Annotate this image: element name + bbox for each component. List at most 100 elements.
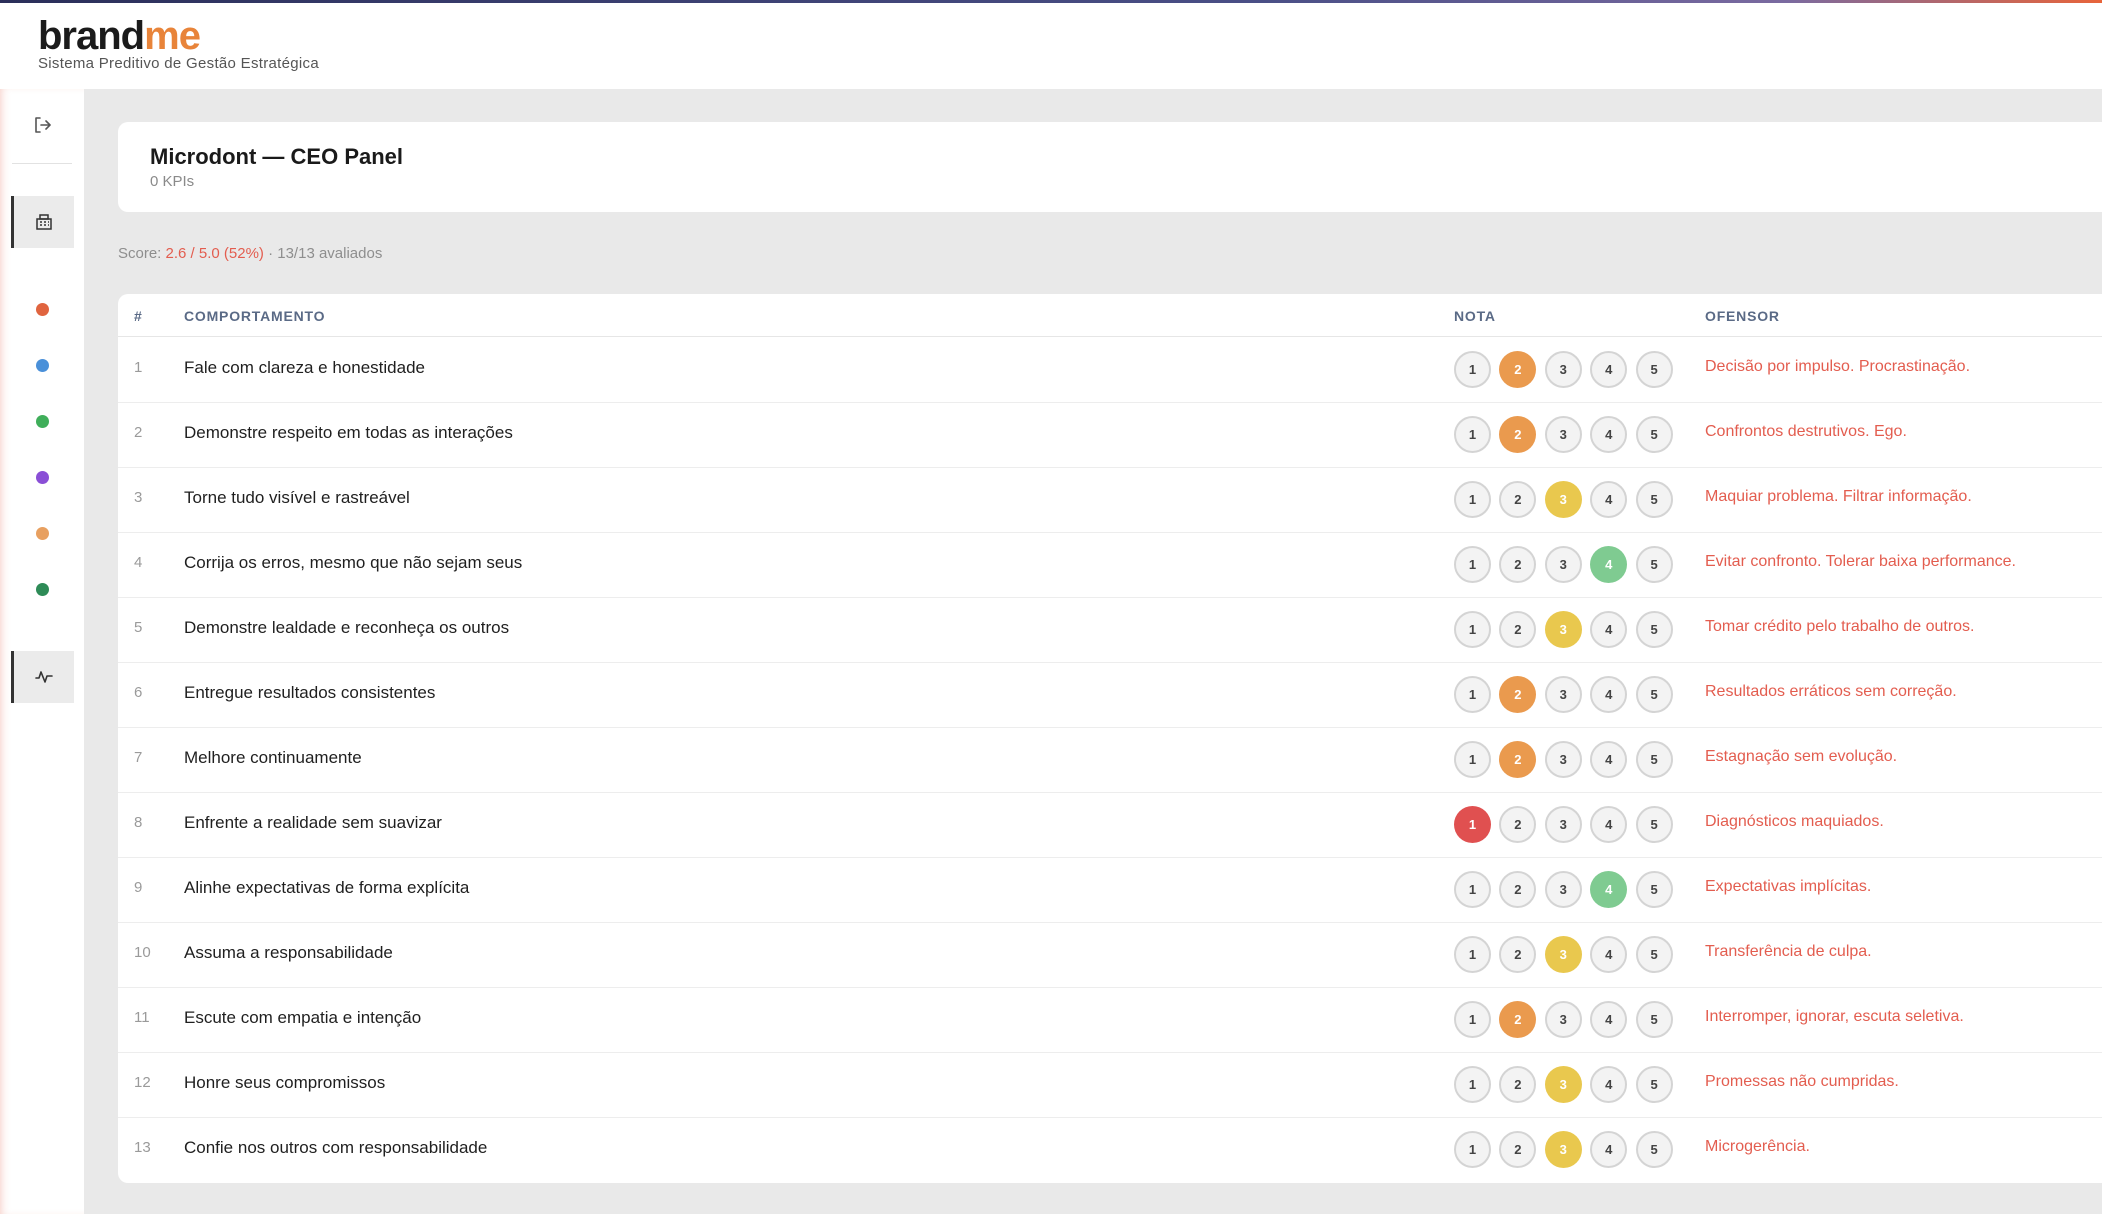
rating-option-2[interactable]: 2 bbox=[1499, 871, 1537, 908]
rating-option-2[interactable]: 2 bbox=[1499, 1001, 1537, 1038]
rating-option-5[interactable]: 5 bbox=[1635, 481, 1673, 518]
sidebar-item-dot-1[interactable] bbox=[36, 303, 49, 316]
col-header-behavior: COMPORTAMENTO bbox=[184, 308, 326, 324]
rating-option-4[interactable]: 4 bbox=[1590, 1066, 1628, 1103]
rating-option-1[interactable]: 1 bbox=[1454, 416, 1491, 453]
offender-text: Diagnósticos maquiados. bbox=[1705, 813, 1884, 830]
rating-option-5[interactable]: 5 bbox=[1635, 1131, 1673, 1168]
score-label: Score: bbox=[118, 245, 166, 262]
row-number: 12 bbox=[134, 1074, 151, 1091]
rating-option-1[interactable]: 1 bbox=[1454, 676, 1491, 713]
rating-option-1[interactable]: 1 bbox=[1454, 1066, 1491, 1103]
activity-icon bbox=[35, 671, 53, 683]
rating-option-2[interactable]: 2 bbox=[1499, 481, 1537, 518]
offender-text: Microgerência. bbox=[1705, 1138, 1810, 1155]
sidebar-item-dot-2[interactable] bbox=[36, 359, 49, 372]
rating-option-4[interactable]: 4 bbox=[1590, 676, 1628, 713]
sidebar-item-dot-5[interactable] bbox=[36, 527, 49, 540]
rating-option-3[interactable]: 3 bbox=[1544, 871, 1582, 908]
rating-option-4[interactable]: 4 bbox=[1590, 481, 1628, 518]
rating-option-4[interactable]: 4 bbox=[1590, 936, 1628, 973]
behavior-text: Entregue resultados consistentes bbox=[184, 683, 436, 702]
rating-option-3[interactable]: 3 bbox=[1544, 1066, 1582, 1103]
rating-option-1[interactable]: 1 bbox=[1454, 741, 1491, 778]
table-row: 2 Demonstre respeito em todas as interaçõ… bbox=[118, 402, 2102, 468]
rating-option-2[interactable]: 2 bbox=[1499, 611, 1537, 648]
row-number: 11 bbox=[134, 1009, 150, 1026]
score-value: 2.6 / 5.0 (52%) bbox=[165, 245, 264, 262]
rating-option-3[interactable]: 3 bbox=[1544, 1131, 1582, 1168]
rating-option-4[interactable]: 4 bbox=[1590, 1131, 1628, 1168]
rating-option-5[interactable]: 5 bbox=[1635, 416, 1673, 453]
rating-option-4[interactable]: 4 bbox=[1590, 351, 1628, 388]
rating-option-5[interactable]: 5 bbox=[1635, 676, 1673, 713]
rating-option-2[interactable]: 2 bbox=[1499, 676, 1537, 713]
offender-text: Promessas não cumpridas. bbox=[1705, 1073, 1899, 1090]
rating-option-5[interactable]: 5 bbox=[1635, 741, 1673, 778]
rating-option-4[interactable]: 4 bbox=[1590, 416, 1628, 453]
offender-text: Confrontos destrutivos. Ego. bbox=[1705, 423, 1907, 440]
table-row: 12 Honre seus compromissos 1 2 3 4 5 Promessas … bbox=[118, 1052, 2102, 1118]
rating-option-5[interactable]: 5 bbox=[1635, 871, 1673, 908]
rating-option-5[interactable]: 5 bbox=[1635, 351, 1673, 388]
rating-option-5[interactable]: 5 bbox=[1635, 806, 1673, 843]
rating-option-5[interactable]: 5 bbox=[1635, 936, 1673, 973]
rating-option-1[interactable]: 1 bbox=[1454, 1001, 1491, 1038]
rating-option-2[interactable]: 2 bbox=[1499, 416, 1537, 453]
rating-option-1[interactable]: 1 bbox=[1454, 546, 1491, 583]
sidebar-item-dot-3[interactable] bbox=[36, 415, 49, 428]
rating-option-1[interactable]: 1 bbox=[1454, 871, 1491, 908]
rating-option-4[interactable]: 4 bbox=[1590, 806, 1628, 843]
rating-option-3[interactable]: 3 bbox=[1544, 481, 1582, 518]
rating-option-4[interactable]: 4 bbox=[1590, 1001, 1628, 1038]
brand-logo[interactable]: brandme bbox=[38, 11, 201, 61]
rating-option-5[interactable]: 5 bbox=[1635, 1066, 1673, 1103]
logo-me-text: me bbox=[144, 14, 201, 58]
rating-option-3[interactable]: 3 bbox=[1544, 351, 1582, 388]
rating-option-2[interactable]: 2 bbox=[1499, 1131, 1537, 1168]
rating-option-3[interactable]: 3 bbox=[1544, 546, 1582, 583]
sidebar-item-company[interactable] bbox=[11, 196, 74, 248]
rating-option-1[interactable]: 1 bbox=[1454, 806, 1491, 843]
row-number: 10 bbox=[134, 944, 151, 961]
rating-option-3[interactable]: 3 bbox=[1544, 741, 1582, 778]
rating-option-1[interactable]: 1 bbox=[1454, 481, 1491, 518]
panel-header-card: Microdont — CEO Panel 0 KPIs bbox=[118, 122, 2102, 212]
sidebar-item-activity[interactable] bbox=[11, 651, 74, 703]
logout-button[interactable] bbox=[12, 99, 72, 151]
rating-option-4[interactable]: 4 bbox=[1590, 546, 1628, 583]
rating-option-3[interactable]: 3 bbox=[1544, 611, 1582, 648]
sidebar-item-dot-4[interactable] bbox=[36, 471, 49, 484]
rating-option-4[interactable]: 4 bbox=[1590, 611, 1628, 648]
rating-option-3[interactable]: 3 bbox=[1544, 416, 1582, 453]
rating-option-2[interactable]: 2 bbox=[1499, 546, 1537, 583]
rating-option-3[interactable]: 3 bbox=[1544, 806, 1582, 843]
rating-option-2[interactable]: 2 bbox=[1499, 806, 1537, 843]
table-row: 8 Enfrente a realidade sem suavizar 1 2 3 4 5 D… bbox=[118, 792, 2102, 858]
sidebar-item-dot-6[interactable] bbox=[36, 583, 49, 596]
table-row: 13 Confie nos outros com responsabilidade… bbox=[118, 1117, 2102, 1182]
rating-option-1[interactable]: 1 bbox=[1454, 611, 1491, 648]
rating-option-5[interactable]: 5 bbox=[1635, 546, 1673, 583]
row-number: 8 bbox=[134, 814, 143, 831]
row-number: 9 bbox=[134, 879, 143, 896]
rating-option-1[interactable]: 1 bbox=[1454, 936, 1491, 973]
rating-option-2[interactable]: 2 bbox=[1499, 936, 1537, 973]
rating-option-3[interactable]: 3 bbox=[1544, 1001, 1582, 1038]
offender-text: Maquiar problema. Filtrar informação. bbox=[1705, 488, 1972, 505]
rating-option-4[interactable]: 4 bbox=[1590, 871, 1628, 908]
rating-option-5[interactable]: 5 bbox=[1635, 611, 1673, 648]
rating-option-5[interactable]: 5 bbox=[1635, 1001, 1673, 1038]
rating-option-2[interactable]: 2 bbox=[1499, 351, 1537, 388]
behavior-table: # COMPORTAMENTO NOTA OFENSOR 1 Fale com c… bbox=[118, 294, 2102, 1183]
row-number: 1 bbox=[134, 359, 143, 376]
rating-option-2[interactable]: 2 bbox=[1499, 1066, 1537, 1103]
rating-option-3[interactable]: 3 bbox=[1544, 936, 1582, 973]
rating-option-2[interactable]: 2 bbox=[1499, 741, 1537, 778]
rating-option-4[interactable]: 4 bbox=[1590, 741, 1628, 778]
rating-option-1[interactable]: 1 bbox=[1454, 1131, 1491, 1168]
rating-option-1[interactable]: 1 bbox=[1454, 351, 1491, 388]
logo-brand-text: brand bbox=[38, 14, 145, 58]
rating-option-3[interactable]: 3 bbox=[1544, 676, 1582, 713]
behavior-text: Torne tudo visível e rastreável bbox=[184, 488, 410, 507]
